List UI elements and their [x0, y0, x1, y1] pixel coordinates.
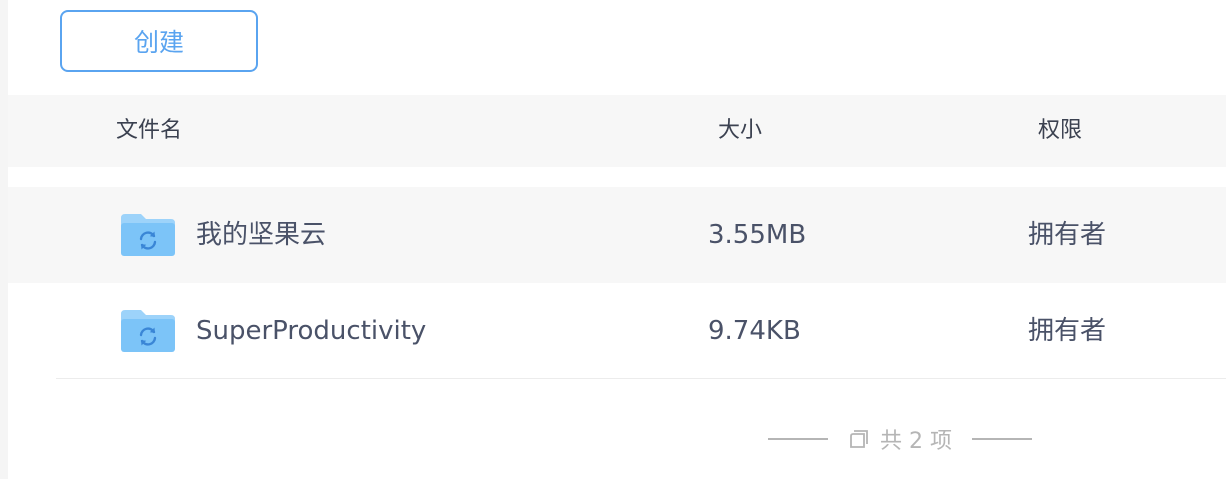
table-row[interactable]: SuperProductivity 9.74KB 拥有者	[8, 283, 1226, 379]
table-row[interactable]: 我的坚果云 3.55MB 拥有者	[8, 187, 1226, 283]
footer-left-line	[768, 438, 828, 440]
item-count-text: 共 2 项	[880, 429, 952, 454]
create-button[interactable]: 创建	[60, 10, 258, 72]
left-panel-edge	[0, 0, 8, 479]
file-size: 9.74KB	[708, 316, 801, 346]
sync-folder-icon[interactable]	[119, 212, 177, 258]
file-permission: 拥有者	[1028, 316, 1107, 346]
file-name[interactable]: SuperProductivity	[196, 283, 426, 379]
file-size: 3.55MB	[708, 220, 807, 250]
table-bottom-divider	[56, 378, 1226, 379]
file-permission: 拥有者	[1028, 220, 1107, 250]
column-header-name[interactable]: 文件名	[116, 95, 182, 167]
column-header-permission[interactable]: 权限	[1038, 95, 1082, 167]
column-header-size[interactable]: 大小	[718, 95, 762, 167]
copy-icon	[850, 430, 868, 448]
table-header: 文件名 大小 权限	[8, 95, 1226, 167]
item-count-footer: 共 2 项	[768, 424, 1032, 454]
sync-folder-icon[interactable]	[119, 308, 177, 354]
footer-right-line	[971, 438, 1032, 440]
file-name[interactable]: 我的坚果云	[196, 187, 326, 283]
